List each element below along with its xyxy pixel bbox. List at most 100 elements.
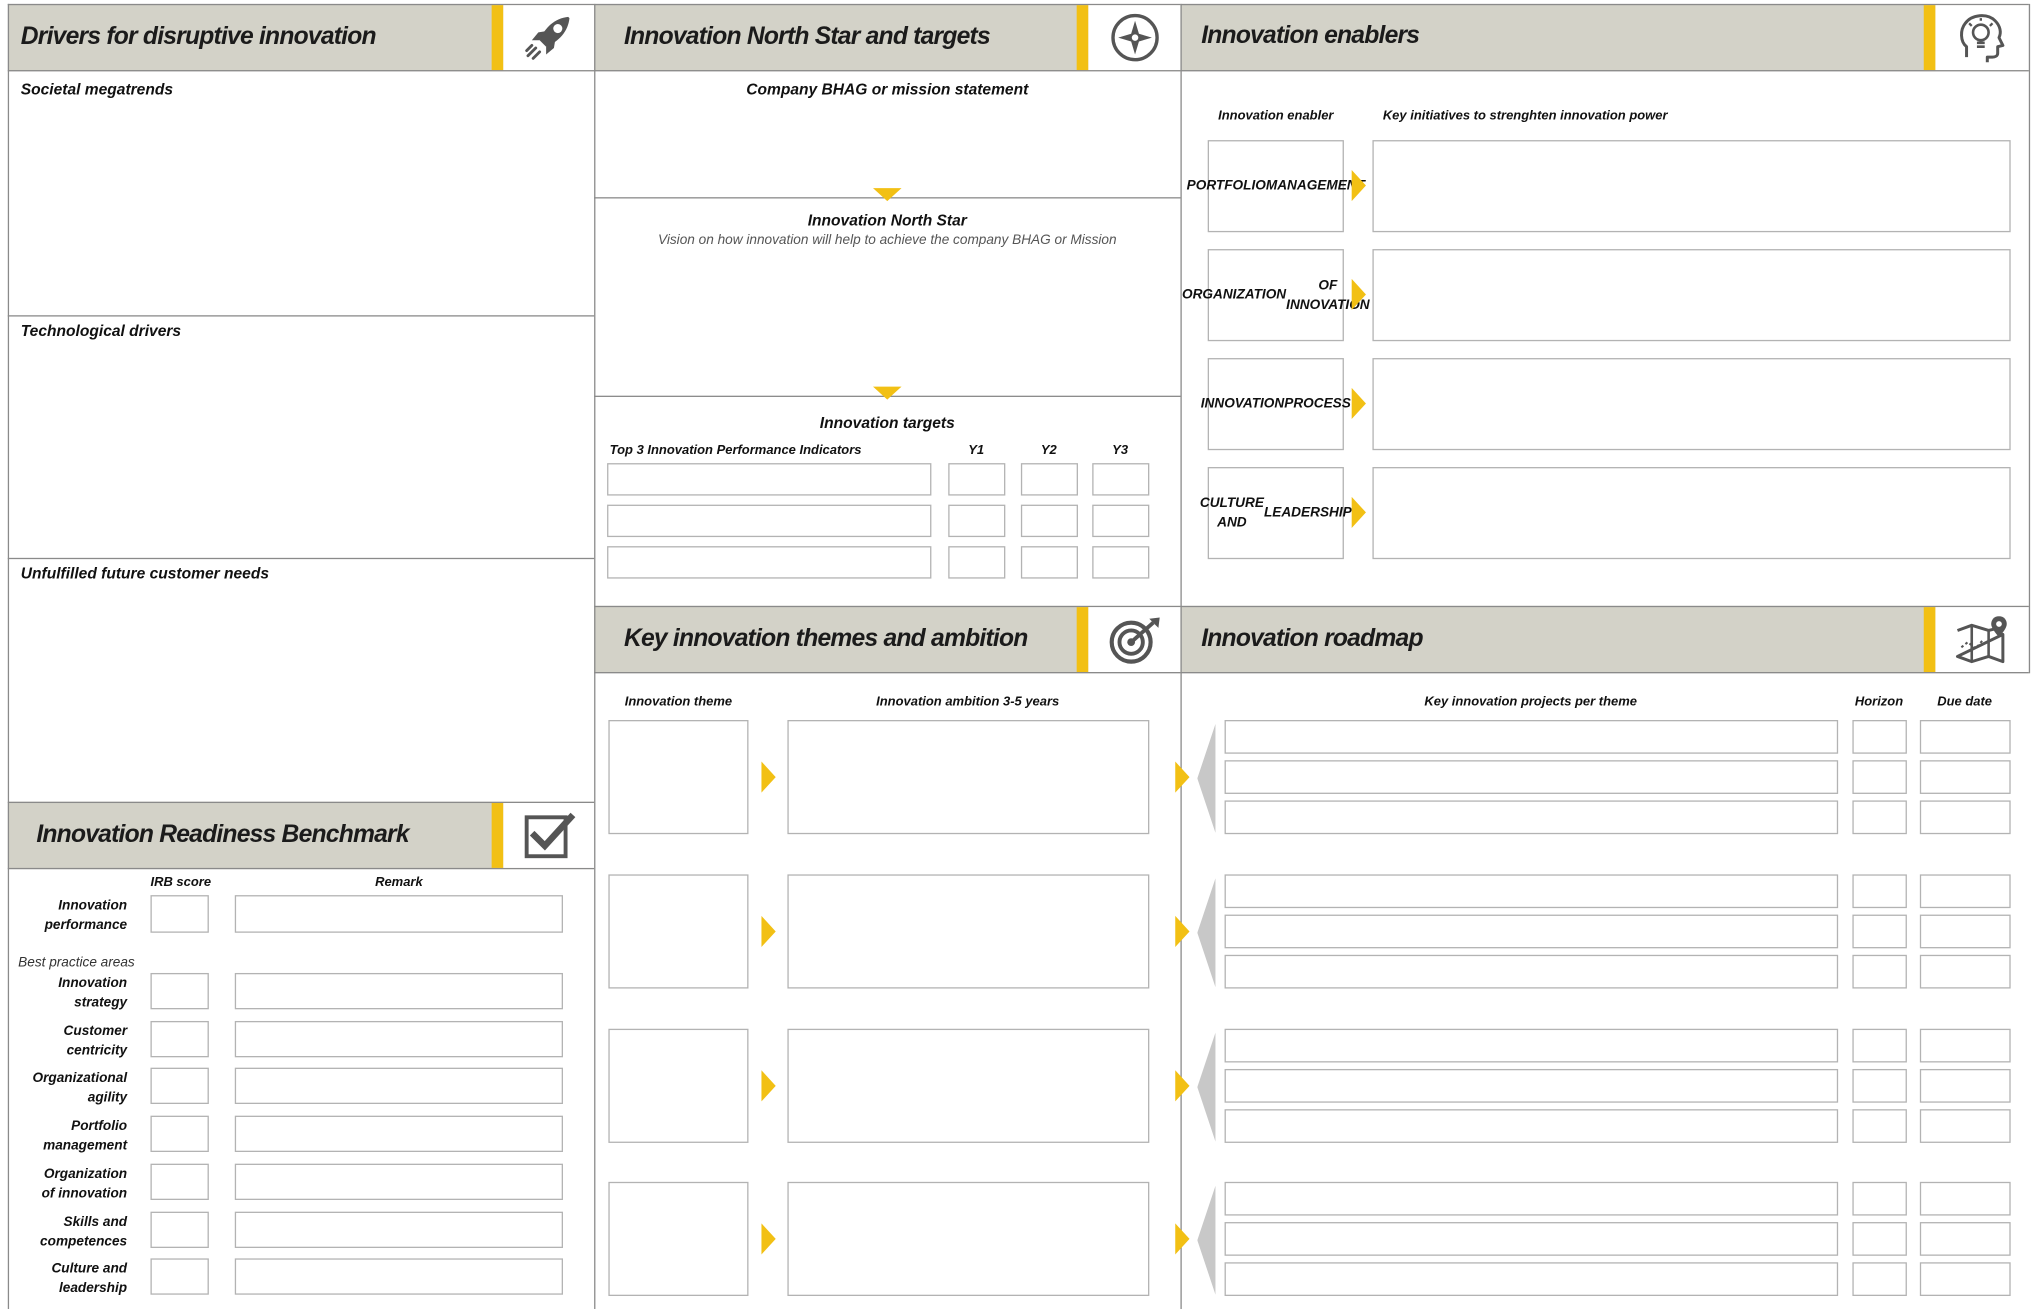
year-head-y2: Y2 — [1040, 443, 1057, 458]
kpi-field[interactable] — [607, 504, 932, 538]
horizon-field[interactable] — [1852, 760, 1907, 794]
project-field[interactable] — [1224, 1222, 1839, 1256]
initiatives-field[interactable] — [1372, 249, 2011, 342]
irb-label-line: Culture and — [51, 1260, 128, 1277]
horizon-field[interactable] — [1852, 800, 1907, 835]
irb-score-field[interactable] — [150, 1258, 209, 1295]
due-date-field[interactable] — [1919, 760, 2011, 794]
project-field[interactable] — [1224, 1181, 1839, 1216]
kpi-y2-field[interactable] — [1020, 504, 1078, 538]
due-date-field[interactable] — [1919, 1028, 2011, 1063]
due-date-field[interactable] — [1919, 720, 2011, 754]
enablers-title: Innovation enablers — [1201, 22, 1420, 50]
irb-score-field[interactable] — [150, 1020, 209, 1058]
horizon-field[interactable] — [1852, 914, 1907, 949]
due-date-field[interactable] — [1919, 800, 2011, 835]
horizon-field[interactable] — [1852, 1068, 1907, 1103]
theme-field[interactable] — [608, 1181, 749, 1297]
irb-score-field[interactable] — [150, 972, 209, 1010]
irb-remark-field[interactable] — [234, 1163, 563, 1201]
project-field[interactable] — [1224, 720, 1839, 754]
kpi-y1-field[interactable] — [948, 546, 1006, 579]
project-field[interactable] — [1224, 1109, 1839, 1143]
irb-score-field[interactable] — [150, 895, 209, 933]
enabler-box: CULTURE AND LEADERSHIP — [1200, 467, 1352, 560]
projects-column-head: Key innovation projects per theme — [1424, 695, 1638, 710]
irb-remark-field[interactable] — [234, 972, 563, 1010]
irb-remark-field[interactable] — [234, 895, 563, 933]
irb-remark-field[interactable] — [234, 1115, 563, 1153]
kpi-y2-field[interactable] — [1020, 463, 1078, 496]
irb-score-field[interactable] — [150, 1115, 209, 1153]
due-date-field[interactable] — [1919, 1222, 2011, 1256]
project-field[interactable] — [1224, 1028, 1839, 1063]
irb-header: Innovation Readiness Benchmark — [7, 801, 595, 870]
irb-remark-field[interactable] — [234, 1067, 563, 1105]
enabler-label-line: PORTFOLIO — [1186, 177, 1266, 194]
enabler-box: PORTFOLIO MANAGEMENT — [1187, 140, 1365, 233]
year-head-y1: Y1 — [968, 443, 985, 458]
kpi-field[interactable] — [607, 463, 932, 496]
rocket-icon — [503, 5, 595, 71]
horizon-field[interactable] — [1852, 1262, 1907, 1297]
divider — [7, 3, 10, 1309]
kpi-y2-field[interactable] — [1020, 546, 1078, 579]
due-date-field[interactable] — [1919, 1109, 2011, 1143]
ambition-field[interactable] — [787, 874, 1150, 989]
horizon-field[interactable] — [1852, 1028, 1907, 1063]
initiatives-field[interactable] — [1372, 358, 2011, 451]
theme-field[interactable] — [608, 1028, 749, 1143]
irb-score-field[interactable] — [150, 1211, 209, 1249]
due-date-field[interactable] — [1919, 954, 2011, 989]
irb-score-field[interactable] — [150, 1067, 209, 1105]
irb-area-label: Skills and competences — [10, 1213, 127, 1252]
horizon-field[interactable] — [1852, 954, 1907, 989]
due-date-field[interactable] — [1919, 914, 2011, 949]
theme-field[interactable] — [608, 720, 749, 835]
theme-field[interactable] — [608, 874, 749, 989]
project-field[interactable] — [1224, 954, 1839, 989]
horizon-field[interactable] — [1852, 1181, 1907, 1216]
enabler-column-head: Innovation enabler — [1218, 108, 1334, 124]
enabler-label-line: CULTURE AND — [1199, 494, 1264, 530]
irb-remark-field[interactable] — [234, 1020, 563, 1058]
due-date-field[interactable] — [1919, 1181, 2011, 1216]
initiatives-field[interactable] — [1372, 140, 2011, 233]
due-date-field[interactable] — [1919, 1262, 2011, 1297]
project-field[interactable] — [1224, 1262, 1839, 1297]
irb-area-label: Organization of innovation — [10, 1165, 128, 1204]
ambition-field[interactable] — [787, 720, 1150, 835]
enabler-arrow — [1351, 496, 1366, 529]
irb-label-line: Organization — [43, 1166, 128, 1182]
project-group-bracket — [1197, 723, 1216, 833]
horizon-field[interactable] — [1852, 1109, 1907, 1143]
divider — [2028, 3, 2031, 674]
kpi-field[interactable] — [607, 546, 932, 579]
kpi-y3-field[interactable] — [1092, 504, 1150, 538]
project-field[interactable] — [1224, 874, 1839, 909]
project-field[interactable] — [1224, 800, 1839, 835]
ambition-field[interactable] — [787, 1028, 1150, 1143]
kpi-y3-field[interactable] — [1092, 546, 1150, 579]
due-date-field[interactable] — [1919, 1068, 2011, 1103]
kpi-y1-field[interactable] — [948, 463, 1006, 496]
map-pin-icon — [1935, 607, 2029, 673]
project-field[interactable] — [1224, 760, 1839, 794]
project-field[interactable] — [1224, 914, 1839, 949]
ambition-field[interactable] — [787, 1181, 1150, 1297]
header-accent — [1923, 607, 1936, 673]
irb-score-field[interactable] — [150, 1163, 209, 1201]
kpi-y3-field[interactable] — [1092, 463, 1150, 496]
theme-arrow — [761, 1223, 776, 1255]
horizon-field[interactable] — [1852, 1222, 1907, 1256]
initiatives-field[interactable] — [1372, 467, 2011, 560]
header-accent — [491, 5, 504, 71]
due-date-field[interactable] — [1919, 874, 2011, 909]
horizon-field[interactable] — [1852, 720, 1907, 754]
irb-remark-field[interactable] — [234, 1211, 563, 1249]
northstar-header: Innovation North Star and targets — [594, 3, 1181, 72]
kpi-y1-field[interactable] — [948, 504, 1006, 538]
irb-remark-field[interactable] — [234, 1258, 563, 1295]
project-field[interactable] — [1224, 1068, 1839, 1103]
horizon-field[interactable] — [1852, 874, 1907, 909]
